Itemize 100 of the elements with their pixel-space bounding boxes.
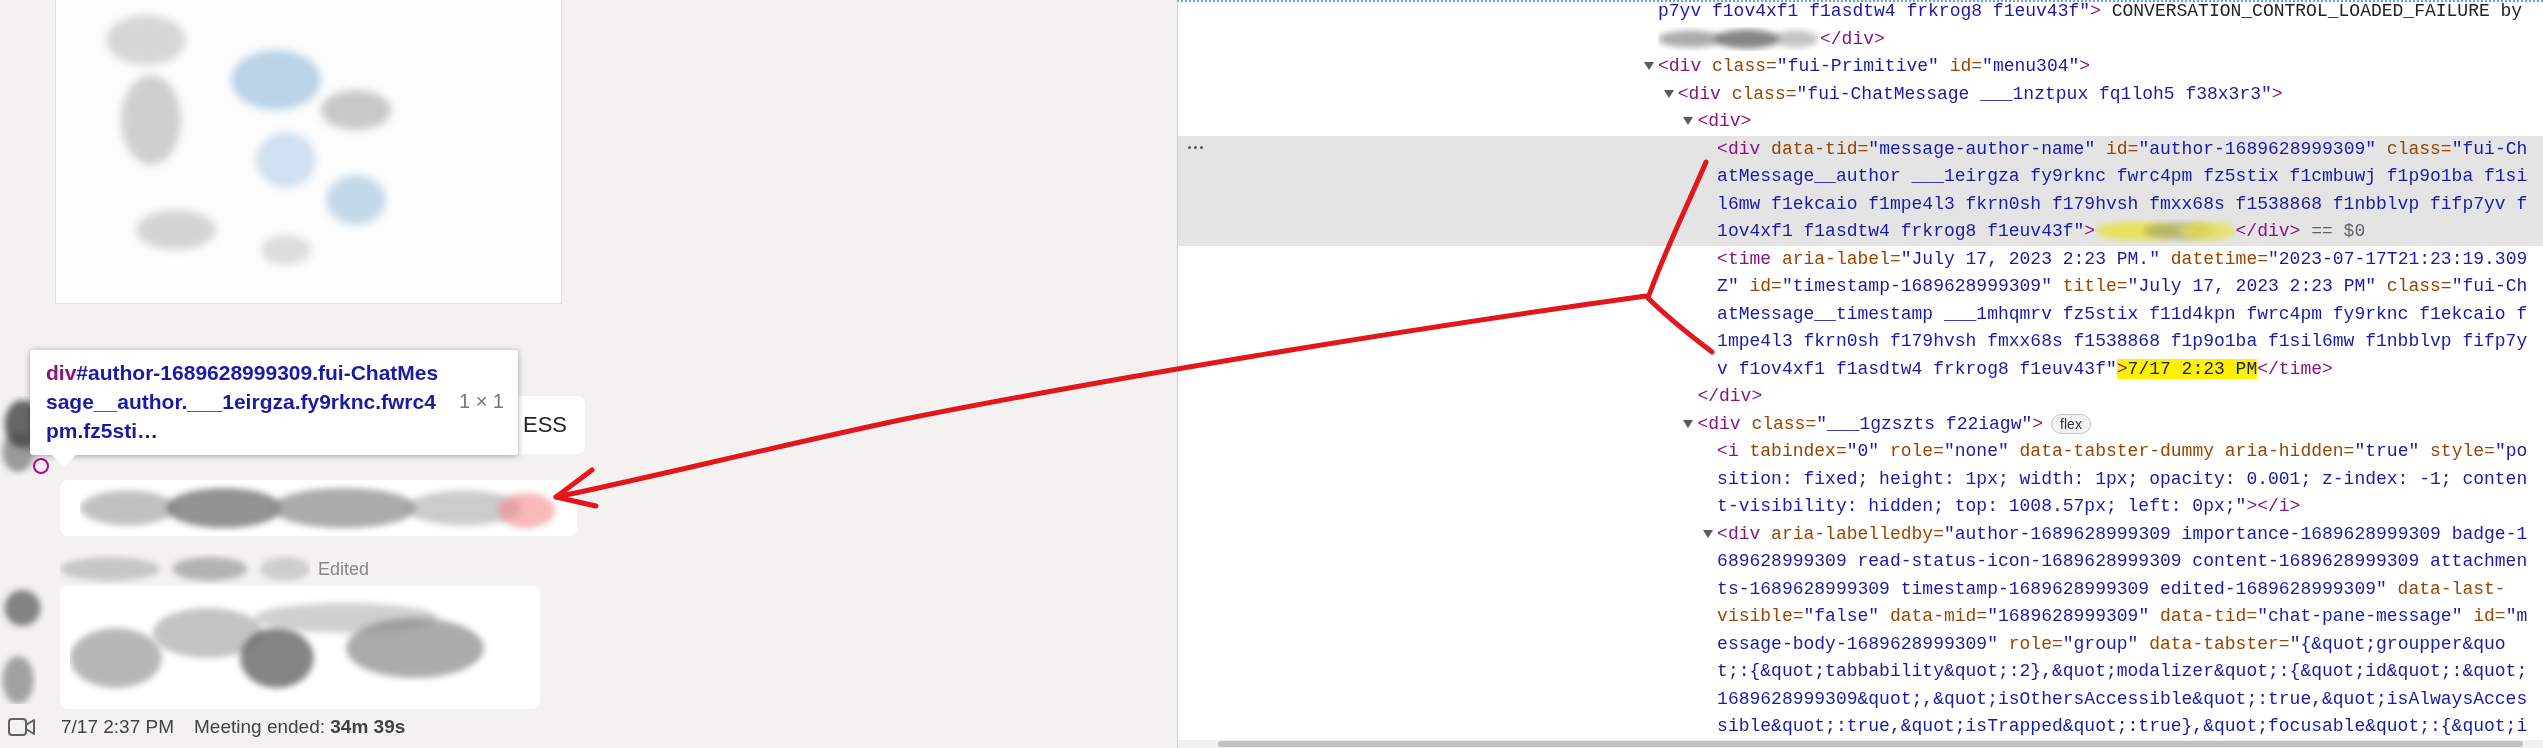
dom-tree-row[interactable]: <div class="___1gzszts f22iagw"> flex: [1178, 410, 2543, 438]
expand-arrow-icon[interactable]: [1683, 117, 1694, 126]
attribute-value: "fui-Primitive": [1776, 56, 1939, 76]
selector-text: div#author-1689628999309.fui-ChatMessage__author.___1eirgza.fy9rknc.fwrc4pm.fz5sti…: [46, 360, 440, 444]
html-tag: <div: [1717, 138, 1761, 159]
attribute-value: "1689628999309": [1987, 606, 2150, 626]
attribute-name: tabindex=: [1748, 441, 1847, 461]
attribute-value: "false": [1803, 606, 1880, 626]
html-tag: >: [2271, 83, 2283, 104]
text-content: CONVERSATION_CONTROL_LOADED_FAILURE by: [2110, 2, 2523, 21]
attribute-value: "menu304": [1982, 56, 2080, 76]
attribute-name: class=: [2385, 138, 2452, 159]
attribute-name: data-tabster=: [2148, 633, 2290, 654]
attribute-value: t;:{&quot;tabbability&quot;:2},&quot;modalizer&quot;:{&quot;id&quot;:&quot;: [1717, 661, 2528, 681]
attribute-value: "timestamp-1689628999309": [1781, 276, 2052, 296]
attribute-value: "July 17, 2023 2:23 PM": [2127, 276, 2377, 296]
attribute-name: id=: [1748, 276, 1782, 296]
more-options-icon[interactable]: [1188, 145, 1203, 149]
message-text: ESS: [522, 412, 567, 438]
html-tag: <div: [1717, 523, 1761, 544]
attribute-value: p7yv f1ov4xf1 f1asdtw4 frkrog8 f1euv43f": [1658, 2, 2091, 21]
attribute-value: "none": [1943, 441, 2009, 461]
html-tag: ></i>: [2246, 496, 2301, 516]
attribute-value: Z": [1717, 276, 1739, 296]
html-tag: <div: [1697, 413, 1741, 434]
html-tag: </div>: [1820, 28, 1885, 49]
element-size: 1 × 1: [458, 389, 504, 414]
html-tag: </time>: [2257, 358, 2333, 379]
attribute-name: id=: [1948, 56, 1983, 76]
attribute-name: data-tid=: [2159, 606, 2258, 626]
highlighted-text: 7/17 2:23 PM: [2127, 358, 2258, 379]
attribute-value: v f1ov4xf1 f1asdtw4 frkrog8 f1euv43f": [1717, 358, 2117, 379]
video-camera-icon: [8, 717, 36, 737]
flex-badge[interactable]: flex: [2051, 413, 2091, 434]
attribute-value: "fui-ChatMessage ___1nztpux fq1loh5 f38x3r3": [1796, 83, 2272, 104]
attribute-value: "{&quot;groupper&quo: [2289, 633, 2506, 654]
attribute-value: "author-1689628999309 importance-1689628999309 badge-1: [1943, 523, 2528, 544]
attribute-name: aria-labelledby=: [1770, 523, 1944, 544]
html-tag: >: [2090, 2, 2101, 21]
html-tag: </div>: [1697, 386, 1763, 406]
attribute-name: aria-label=: [1780, 248, 1901, 269]
meeting-time: 7/17 2:37 PM: [61, 716, 175, 738]
highlighted-tag: >: [2116, 358, 2128, 379]
expand-arrow-icon[interactable]: [1663, 89, 1674, 98]
attribute-value: ts-1689628999309 timestamp-1689628999309 edited-1689628999309": [1717, 578, 2387, 599]
dom-tree-row[interactable]: p7yv f1ov4xf1 f1asdtw4 frkrog8 f1euv43f"> CONVERSATION_CONTROL_LOADED_FAILURE by </div>: [1178, 2, 2543, 53]
attribute-name: id=: [2105, 138, 2139, 159]
expand-arrow-icon[interactable]: [1683, 419, 1694, 428]
attribute-value: essage-body-1689628999309": [1717, 633, 1998, 654]
attribute-value: 1ov4xf1 f1asdtw4 frkrog8 f1euv43f": [1717, 221, 2085, 241]
status-icon: [33, 458, 49, 474]
attribute-name: style=: [2429, 441, 2495, 461]
attribute-value: l6mw f1ekcaio f1mpe4l3 fkrn0sh f179hvsh fmxx68s f1538868 f1nbblvp fifp7yv f: [1717, 193, 2528, 214]
attribute-name: data-mid=: [1888, 606, 1988, 626]
dom-tree-row[interactable]: [1178, 135, 2543, 246]
horizontal-scrollbar[interactable]: [1178, 740, 2543, 748]
attribute-name: data-last-: [2396, 578, 2506, 599]
attribute-name: title=: [2061, 276, 2128, 296]
attribute-value: 1689628999309&quot;,&quot;isOthersAccessible&quot;:true,&quot;isAlwaysAcces: [1717, 688, 2528, 709]
attribute-name: id=: [2472, 606, 2506, 626]
attribute-name: data-tid=: [1770, 138, 1869, 159]
html-tag: </div>: [2235, 221, 2301, 241]
html-tag: <div: [1658, 56, 1702, 76]
attribute-value: atMessage__author ___1eirgza fy9rknc fwrc4pm fz5stix f1cmbuwj f1p9o1ba f1si: [1717, 166, 2528, 186]
console-reference: == $0: [2310, 221, 2366, 241]
edited-label: Edited: [318, 558, 370, 580]
attribute-name: visible=: [1717, 606, 1804, 626]
attribute-value: "fui-Ch: [2451, 138, 2528, 159]
attribute-value: t-visibility: hidden; top: 1008.57px; left: 0px;": [1717, 496, 2247, 516]
expand-arrow-icon[interactable]: [1644, 62, 1654, 71]
attribute-name: class=: [1711, 56, 1777, 76]
attribute-value: "group": [2062, 633, 2139, 654]
attribute-name: role=: [2007, 633, 2063, 654]
attribute-value: "chat-pane-message": [2257, 606, 2463, 626]
attribute-value: "po: [2494, 441, 2528, 461]
html-tag: <div: [1677, 83, 1721, 104]
html-tag: >: [2079, 56, 2091, 76]
attribute-value: sible&quot;:true,&quot;isTrapped&quot;:true},&quot;focusable&quot;:{&quot;i: [1717, 716, 2528, 736]
dom-tree-row[interactable]: <div class="fui-Primitive" id="menu304">: [1178, 53, 2543, 81]
attribute-value: "July 17, 2023 2:23 PM.": [1900, 248, 2160, 269]
attribute-value: "fui-Ch: [2451, 276, 2528, 296]
attribute-value: "author-1689628999309": [2138, 138, 2377, 159]
html-tag: <i: [1717, 441, 1739, 461]
dom-tree-row[interactable]: <div class="fui-ChatMessage ___1nztpux fq1loh5 f38x3r3">: [1178, 80, 2543, 108]
attribute-value: "2023-07-17T21:23:19.309: [2268, 248, 2528, 269]
dom-tree-row[interactable]: <div>: [1178, 108, 2543, 136]
expand-arrow-icon[interactable]: [1703, 529, 1714, 538]
attribute-value: 689628999309 read-status-icon-1689628999309 content-1689628999309 attachmen: [1717, 551, 2528, 571]
attribute-value: "___1gzszts f22iagw": [1816, 413, 2033, 434]
attribute-value: "true": [2354, 441, 2420, 461]
attribute-value: "message-author-name": [1868, 138, 2096, 159]
attribute-value: 1mpe4l3 fkrn0sh f179hvsh fmxx68s f1538868 f1p9o1ba f1sil6mw f1nbblvp fifp7y: [1717, 331, 2528, 351]
attribute-value: "0": [1846, 441, 1880, 461]
attribute-name: aria-hidden=: [2223, 441, 2355, 461]
attribute-name: class=: [1750, 413, 1817, 434]
meeting-summary: Meeting ended: 34m 39s: [194, 716, 406, 738]
html-tag: >: [2084, 221, 2096, 241]
attribute-value: sition: fixed; height: 1px; width: 1px; opacity: 0.001; z-index: -1; conten: [1717, 468, 2528, 489]
attribute-value: atMessage__timestamp ___1mhqmrv fz5stix f11d4kpn fwrc4pm fy9rknc f1ekcaio f: [1717, 303, 2528, 324]
attribute-value: "m: [2505, 606, 2528, 626]
